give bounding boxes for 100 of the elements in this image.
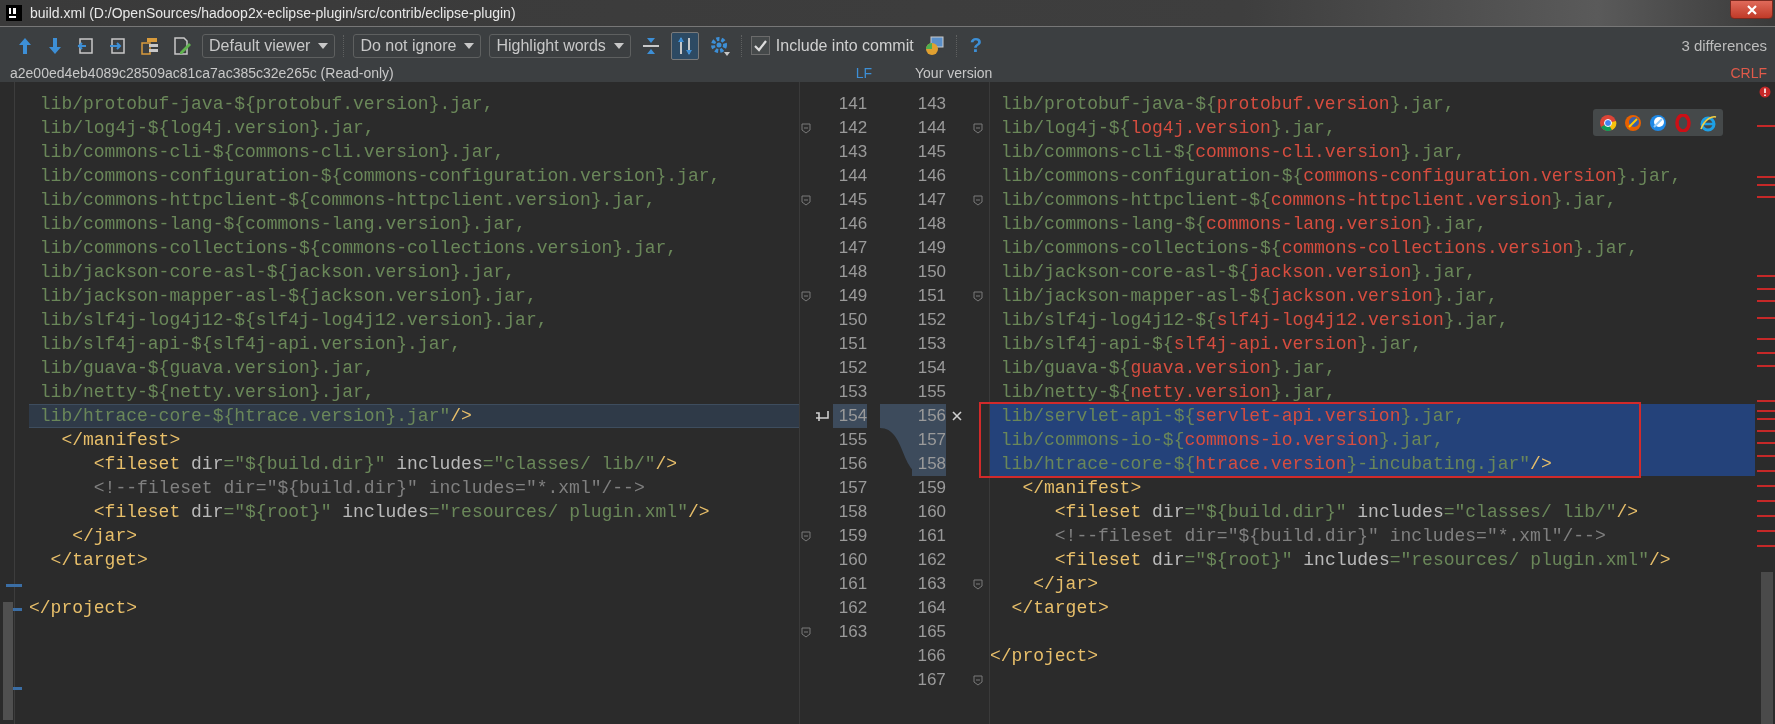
change-marker[interactable] — [1757, 485, 1775, 487]
code-line: lib/slf4j-log4j12-${slf4j-log4j12.version}.jar, — [38, 309, 548, 332]
change-marker[interactable] — [1757, 400, 1775, 402]
pane-left-icon[interactable] — [77, 36, 95, 55]
line-number: 142 — [837, 117, 868, 139]
pane-right-icon[interactable] — [109, 36, 127, 55]
change-marker[interactable] — [1757, 530, 1775, 532]
ignore-dropdown[interactable]: Do not ignore — [353, 33, 482, 58]
change-marker[interactable] — [1757, 338, 1775, 340]
fold-icon[interactable] — [800, 194, 811, 206]
line-number: 153 — [916, 333, 947, 355]
code-line: lib/commons-lang-${commons-lang.version}.jar, — [38, 213, 526, 236]
change-marker[interactable] — [1757, 352, 1775, 354]
line-number: 161 — [916, 525, 947, 547]
cross-icon[interactable] — [950, 410, 963, 422]
fold-icon[interactable] — [973, 674, 984, 686]
apply-change-icon[interactable] — [815, 410, 830, 422]
browser-icon[interactable] — [1624, 113, 1642, 132]
line-number: 151 — [916, 285, 947, 307]
line-number: 161 — [837, 573, 868, 595]
change-marker[interactable] — [1757, 455, 1775, 457]
change-marker[interactable] — [1757, 317, 1775, 319]
change-marker[interactable] — [1757, 275, 1775, 277]
close-button[interactable] — [1730, 0, 1773, 19]
change-marker[interactable] — [1757, 410, 1775, 412]
scrollbar-thumb[interactable] — [1761, 572, 1773, 724]
browser-icon[interactable] — [1599, 113, 1617, 132]
browser-icon[interactable] — [1649, 113, 1667, 132]
change-marker[interactable] — [1757, 184, 1775, 186]
fold-icon[interactable] — [973, 194, 984, 206]
change-marker[interactable] — [1757, 545, 1775, 547]
fold-icon[interactable] — [800, 290, 811, 302]
fold-icon[interactable] — [800, 530, 811, 542]
change-marker[interactable] — [1757, 196, 1775, 198]
code-line: lib/jackson-mapper-asl-${jackson.version}.jar, — [999, 285, 1498, 308]
change-marker[interactable] — [1757, 442, 1775, 444]
line-number: 158 — [837, 501, 868, 523]
sync-scroll-button[interactable] — [670, 31, 699, 60]
line-number: 143 — [837, 141, 868, 163]
app-logo-icon — [6, 5, 22, 21]
change-marker[interactable] — [1757, 515, 1775, 517]
code-line: lib/slf4j-api-${slf4j-api.version}.jar, — [38, 333, 462, 356]
error-icon — [1759, 86, 1771, 98]
change-marker[interactable] — [1757, 288, 1775, 290]
code-line: lib/commons-collections-${commons-collections.version}.jar, — [999, 237, 1639, 260]
scrollbar-thumb[interactable] — [3, 602, 13, 720]
include-commit-checkbox[interactable]: Include into commit — [750, 36, 914, 55]
change-marker[interactable] — [1757, 430, 1775, 432]
line-number: 148 — [837, 261, 868, 283]
change-marker[interactable] — [1757, 500, 1775, 502]
close-icon — [1745, 4, 1758, 15]
code-line: lib/commons-configuration-${commons-configuration.version}.jar, — [38, 165, 721, 188]
arrow-down-icon[interactable] — [47, 36, 63, 55]
revision-label: a2e00ed4eb4089c28509ac81ca7ac385c32e265c (Read-only) — [10, 64, 395, 82]
fold-icon[interactable] — [973, 290, 984, 302]
change-marker[interactable] — [1757, 470, 1775, 472]
line-number: 144 — [837, 165, 868, 187]
fold-icon[interactable] — [800, 626, 811, 638]
line-number: 165 — [916, 621, 947, 643]
line-number: 164 — [916, 597, 947, 619]
line-number: 144 — [916, 117, 947, 139]
line-number: 160 — [837, 549, 868, 571]
caret-icon — [613, 42, 624, 49]
arrow-up-icon[interactable] — [17, 36, 33, 55]
line-number: 152 — [916, 309, 947, 331]
line-separator-label: LF — [855, 64, 872, 82]
caret-icon — [318, 42, 329, 49]
viewer-dropdown[interactable]: Default viewer — [202, 33, 336, 58]
code-line: </manifest> — [1021, 477, 1142, 500]
version-label: Your version — [915, 64, 994, 82]
code-line: lib/commons-httpclient-${commons-httpclient.version}.jar, — [999, 189, 1617, 212]
change-marker[interactable] — [1757, 418, 1775, 420]
collapse-icon[interactable] — [641, 36, 660, 55]
code-line: </manifest> — [60, 429, 181, 452]
gear-icon[interactable] — [709, 35, 730, 56]
code-line: <fileset dir="${root}" includes="resources/ plugin.xml"/> — [92, 501, 710, 524]
structure-icon[interactable] — [141, 36, 159, 55]
line-number: 147 — [837, 237, 868, 259]
window-title: build.xml (D:/OpenSources/hadoop2x-eclipse-plugin/src/contrib/eclipse-plugin) — [30, 5, 516, 21]
browser-icon[interactable] — [1699, 113, 1717, 132]
change-marker[interactable] — [1757, 300, 1775, 302]
change-marker[interactable] — [1757, 176, 1775, 178]
code-line: <fileset dir="${root}" includes="resources/ plugin.xml"/> — [1053, 549, 1671, 572]
code-line: <fileset dir="${build.dir}" includes="classes/ lib/"/> — [92, 453, 678, 476]
code-line: lib/guava-${guava.version}.jar, — [38, 357, 375, 380]
edit-icon[interactable] — [173, 36, 191, 55]
caret-icon — [464, 42, 475, 49]
highlight-dropdown[interactable]: Highlight words — [489, 33, 631, 58]
checkmark-icon — [753, 38, 768, 53]
change-marker[interactable] — [1757, 125, 1775, 127]
fold-icon[interactable] — [973, 122, 984, 134]
code-line: </jar> — [71, 525, 138, 548]
change-marker[interactable] — [1757, 365, 1775, 367]
line-number: 151 — [837, 333, 868, 355]
fold-icon[interactable] — [973, 578, 984, 590]
line-number: 162 — [837, 597, 868, 619]
line-number: 149 — [837, 285, 868, 307]
line-number: 163 — [916, 573, 947, 595]
fold-icon[interactable] — [800, 122, 811, 134]
commit-icon[interactable] — [924, 35, 945, 56]
